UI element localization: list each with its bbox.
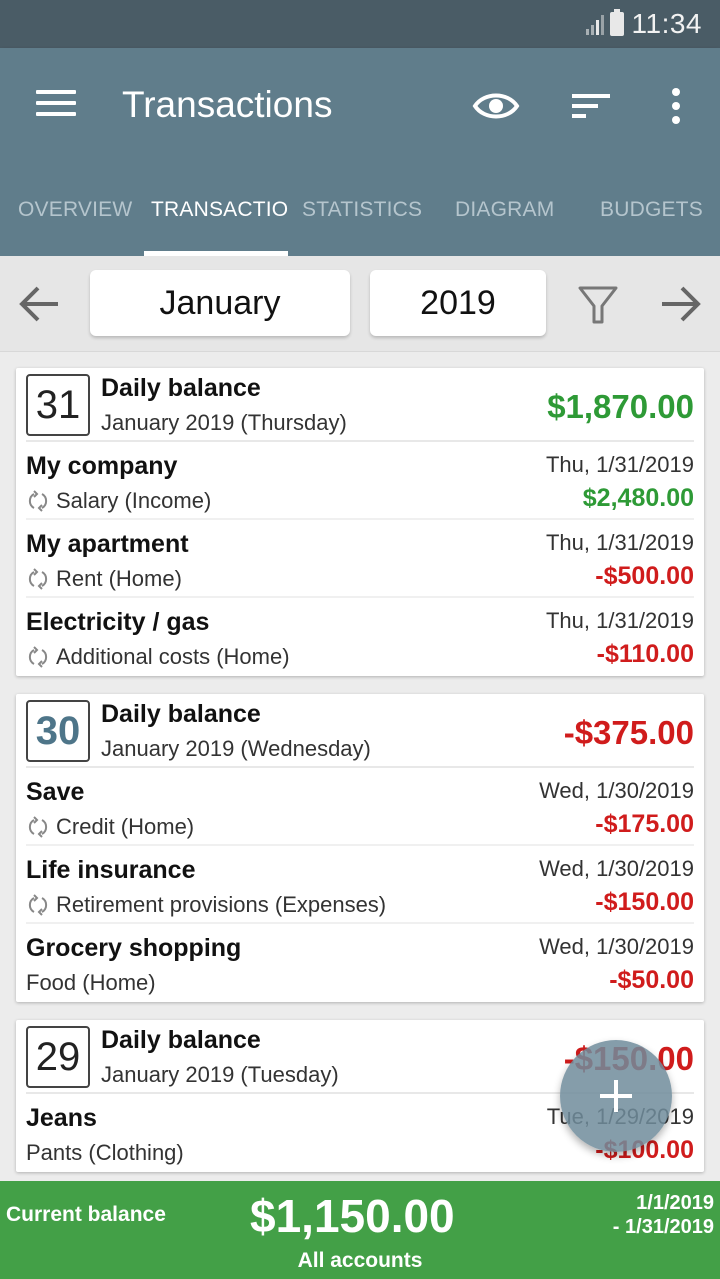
tab-overview[interactable]: OVERVIEW <box>18 198 132 222</box>
period-navigator: January 2019 <box>0 256 720 352</box>
transaction-amount: -$500.00 <box>595 562 694 590</box>
transaction-date: Thu, 1/31/2019 <box>545 452 694 477</box>
app-bar: Transactions OVERVIEW TRANSACTIO STATIST… <box>0 48 720 256</box>
transaction-date: Thu, 1/31/2019 <box>545 608 694 633</box>
transaction-name: Save <box>26 778 85 806</box>
transaction-amount: -$150.00 <box>595 888 694 916</box>
transaction-date: Wed, 1/30/2019 <box>539 856 694 881</box>
day-card: 31 Daily balance January 2019 (Thursday)… <box>16 368 704 676</box>
more-vert-icon[interactable] <box>652 82 700 130</box>
day-number: 31 <box>26 374 90 436</box>
plus-icon <box>600 1080 632 1112</box>
battery-icon <box>609 9 624 36</box>
transaction-row[interactable]: Electricity / gas Additional costs (Home… <box>26 598 694 676</box>
transaction-amount: -$175.00 <box>595 810 694 838</box>
transaction-category: Salary (Income) <box>26 488 211 514</box>
transaction-amount: -$110.00 <box>596 640 694 668</box>
recurring-icon <box>28 490 48 512</box>
day-header[interactable]: 31 Daily balance January 2019 (Thursday)… <box>26 368 694 442</box>
tab-budgets[interactable]: BUDGETS <box>600 198 703 222</box>
day-title: Daily balance <box>101 700 261 728</box>
transaction-category: Retirement provisions (Expenses) <box>26 892 386 918</box>
next-month-button[interactable] <box>656 280 704 328</box>
day-subtitle: January 2019 (Wednesday) <box>101 736 371 761</box>
day-subtitle: January 2019 (Thursday) <box>101 410 347 435</box>
transaction-amount: $2,480.00 <box>582 484 694 512</box>
recurring-icon <box>28 816 48 838</box>
day-number: 30 <box>26 700 90 762</box>
transaction-row[interactable]: Life insurance Retirement provisions (Ex… <box>26 846 694 924</box>
recurring-icon <box>28 894 48 916</box>
tab-transactions[interactable]: TRANSACTIO <box>151 198 288 222</box>
sort-icon[interactable] <box>568 82 616 130</box>
day-card: 30 Daily balance January 2019 (Wednesday… <box>16 694 704 1002</box>
filter-icon <box>578 286 618 324</box>
transaction-category: Credit (Home) <box>26 814 194 840</box>
previous-month-button[interactable] <box>16 280 64 328</box>
eye-icon[interactable] <box>472 82 520 130</box>
transaction-name: Life insurance <box>26 856 196 884</box>
day-header[interactable]: 30 Daily balance January 2019 (Wednesday… <box>26 694 694 768</box>
transaction-name: My apartment <box>26 530 189 558</box>
accounts-label: All accounts <box>297 1249 423 1272</box>
current-balance-label: Current balance <box>6 1203 166 1226</box>
date-range: 1/1/2019 - 1/31/2019 <box>612 1192 714 1238</box>
transaction-name: Electricity / gas <box>26 608 210 636</box>
status-time: 11:34 <box>631 8 702 39</box>
arrow-right-icon <box>662 286 701 322</box>
tab-bar: OVERVIEW TRANSACTIO STATISTICS DIAGRAM B… <box>0 188 720 256</box>
transaction-row[interactable]: My apartment Rent (Home) Thu, 1/31/2019 … <box>26 520 694 598</box>
status-bar: 11:34 <box>0 0 720 48</box>
transaction-category: Pants (Clothing) <box>26 1140 184 1165</box>
current-balance-amount: $1,150.00 <box>250 1190 455 1242</box>
page-title: Transactions <box>122 84 333 125</box>
recurring-icon <box>28 646 48 668</box>
daily-balance: -$375.00 <box>563 714 694 751</box>
transaction-name: Grocery shopping <box>26 934 242 962</box>
transaction-date: Thu, 1/31/2019 <box>545 530 694 555</box>
day-subtitle: January 2019 (Tuesday) <box>101 1062 339 1087</box>
transaction-row[interactable]: Grocery shopping Food (Home) Wed, 1/30/2… <box>26 924 694 1002</box>
daily-balance: $1,870.00 <box>547 388 694 425</box>
tab-statistics[interactable]: STATISTICS <box>302 198 422 222</box>
tab-diagram[interactable]: DIAGRAM <box>455 198 554 222</box>
recurring-icon <box>28 568 48 590</box>
transaction-amount: -$50.00 <box>609 966 694 994</box>
add-transaction-button[interactable] <box>560 1040 672 1152</box>
signal-icon <box>585 13 604 35</box>
month-picker[interactable]: January <box>90 270 350 336</box>
arrow-left-icon <box>19 286 58 322</box>
transaction-name: My company <box>26 452 178 480</box>
day-title: Daily balance <box>101 1026 261 1054</box>
transaction-name: Jeans <box>26 1104 97 1132</box>
menu-icon[interactable] <box>36 90 76 120</box>
transaction-date: Wed, 1/30/2019 <box>539 934 694 959</box>
transaction-category: Food (Home) <box>26 970 156 995</box>
filter-button[interactable] <box>574 280 622 328</box>
balance-footer[interactable]: Current balance $1,150.00 All accounts 1… <box>0 1181 720 1279</box>
year-picker[interactable]: 2019 <box>370 270 546 336</box>
transaction-category: Additional costs (Home) <box>26 644 290 670</box>
transaction-row[interactable]: Save Credit (Home) Wed, 1/30/2019 -$175.… <box>26 768 694 846</box>
transaction-category: Rent (Home) <box>26 566 182 592</box>
transaction-row[interactable]: My company Salary (Income) Thu, 1/31/201… <box>26 442 694 520</box>
day-number: 29 <box>26 1026 90 1088</box>
day-title: Daily balance <box>101 374 261 402</box>
transaction-date: Wed, 1/30/2019 <box>539 778 694 803</box>
